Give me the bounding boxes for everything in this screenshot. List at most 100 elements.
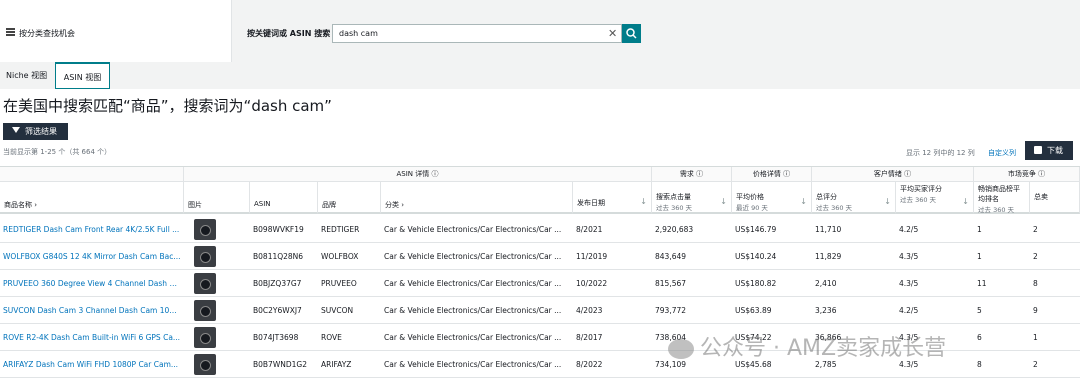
header-bsr[interactable]: 畅销商品榜平均排名 过去 360 天	[974, 182, 1030, 214]
product-image	[194, 219, 216, 240]
header-brand[interactable]: 品牌	[318, 182, 381, 214]
table-row[interactable]: PRUVEEO 360 Degree View 4 Channel Dash C…	[0, 270, 1080, 297]
top-bar: 按分类查找机会 按关键词或 ASIN 搜索 dash cam ✕	[0, 0, 1080, 62]
search-input[interactable]: dash cam	[332, 24, 622, 43]
sort-icon[interactable]: ↓	[640, 197, 647, 206]
download-icon	[1034, 146, 1042, 154]
filter-results-button[interactable]: 筛选结果	[3, 123, 68, 140]
header-clicks-sub: 过去 360 天	[656, 204, 693, 212]
menu-icon[interactable]	[6, 28, 15, 36]
filter-results-label: 筛选结果	[25, 127, 57, 136]
header-reviews-label: 总评分	[816, 193, 837, 201]
watermark: 公众号 · AMZ卖家成长营	[668, 330, 946, 362]
cell-asin: B0C2Y6WXJ7	[253, 306, 302, 315]
header-reviews-sub: 过去 360 天	[816, 204, 853, 212]
header-price-label: 平均价格	[736, 193, 764, 201]
cell-reviews: 11,710	[815, 225, 842, 234]
cell-name[interactable]: REDTIGER Dash Cam Front Rear 4K/2.5K Ful…	[0, 216, 184, 243]
watermark-text: 公众号 · AMZ卖家成长营	[700, 336, 947, 361]
customize-columns-link[interactable]: 自定义列	[988, 148, 1016, 158]
cell-clicks: 815,567	[655, 279, 687, 288]
cell-reviews: 3,236	[815, 306, 837, 315]
cell-reviews: 2,410	[815, 279, 837, 288]
cell-clicks: 2,920,683	[655, 225, 694, 234]
cell-asin: B0B7WND1G2	[253, 360, 307, 369]
cell-category: Car & Vehicle Electronics/Car Electronic…	[384, 333, 562, 342]
group-market: 市场竞争 ⓘ	[974, 167, 1080, 182]
header-category[interactable]: 分类 ›	[381, 182, 573, 214]
cell-launch: 10/2022	[576, 279, 608, 288]
cell-name[interactable]: PRUVEEO 360 Degree View 4 Channel Dash C…	[0, 270, 184, 297]
filter-icon	[12, 127, 20, 133]
cell-asin: B074JT3698	[253, 333, 299, 342]
cell-price: US$180.82	[735, 279, 777, 288]
product-image	[194, 246, 216, 267]
header-clicks[interactable]: 搜索点击量 过去 360 天 ↓	[652, 182, 732, 214]
wechat-icon	[668, 339, 694, 359]
cell-bsr: 1	[977, 252, 982, 261]
group-asin-details: ASIN 详情 ⓘ	[184, 167, 652, 182]
cell-price: US$63.89	[735, 306, 772, 315]
group-price: 价格详情 ⓘ	[732, 167, 812, 182]
search-button[interactable]	[622, 24, 641, 43]
header-rating-label: 平均买家评分	[900, 185, 942, 193]
cell-asin: B0811Q28N6	[253, 252, 304, 261]
product-image	[194, 273, 216, 294]
result-count: 当前显示第 1-25 个（共 664 个）	[3, 148, 112, 156]
cell-launch: 8/2022	[576, 360, 603, 369]
cell-price: US$146.79	[735, 225, 777, 234]
cell-category: Car & Vehicle Electronics/Car Electronic…	[384, 306, 562, 315]
category-panel[interactable]: 按分类查找机会	[0, 0, 232, 62]
cell-name[interactable]: ROVE R2-4K Dash Cam Built-in WiFi 6 GPS …	[0, 324, 184, 351]
product-image	[194, 300, 216, 321]
category-panel-label[interactable]: 按分类查找机会	[19, 28, 75, 39]
group-demand: 需求 ⓘ	[652, 167, 732, 182]
product-image	[194, 327, 216, 348]
header-asin[interactable]: ASIN	[250, 182, 318, 214]
header-bsr-sub: 过去 360 天	[978, 206, 1015, 214]
cell-launch: 8/2017	[576, 333, 603, 342]
cell-category: Car & Vehicle Electronics/Car Electronic…	[384, 252, 562, 261]
cell-name[interactable]: SUVCON Dash Cam 3 Channel Dash Cam 108..…	[0, 297, 184, 324]
tab-niche-view[interactable]: Niche 视图	[0, 62, 53, 89]
cell-category: Car & Vehicle Electronics/Car Electronic…	[384, 360, 562, 369]
table-row[interactable]: WOLFBOX G840S 12 4K Mirror Dash Cam Bac.…	[0, 243, 1080, 270]
cell-brand: REDTIGER	[321, 225, 360, 234]
cell-brand: ROVE	[321, 333, 342, 342]
cell-clicks: 793,772	[655, 306, 687, 315]
cell-launch: 8/2021	[576, 225, 603, 234]
group-empty	[0, 167, 184, 182]
sort-icon[interactable]: ↓	[720, 197, 727, 206]
cell-rating: 4.2/5	[899, 306, 919, 315]
cell-rating: 4.2/5	[899, 225, 919, 234]
header-price[interactable]: 平均价格 最近 90 天 ↓	[732, 182, 812, 214]
cell-name[interactable]: WOLFBOX G840S 12 4K Mirror Dash Cam Bac.…	[0, 243, 184, 270]
sort-icon[interactable]: ↓	[962, 197, 969, 206]
header-launch-date[interactable]: 发布日期 ↓	[573, 182, 652, 214]
cell-reviews: 11,829	[815, 252, 842, 261]
download-button[interactable]: 下载	[1025, 141, 1073, 160]
cell-sellers: 2	[1033, 225, 1038, 234]
search-label: 按关键词或 ASIN 搜索	[247, 29, 331, 38]
sort-icon[interactable]: ↓	[800, 197, 807, 206]
cell-rating: 4.3/5	[899, 279, 919, 288]
cell-brand: PRUVEEO	[321, 279, 357, 288]
cell-name[interactable]: ARIFAYZ Dash Cam WiFi FHD 1080P Car Cam.…	[0, 351, 184, 378]
tab-asin-view[interactable]: ASIN 视图	[55, 62, 110, 89]
sort-icon[interactable]: ↓	[884, 197, 891, 206]
header-rating[interactable]: 平均买家评分 过去 360 天 ↓	[896, 182, 974, 214]
page-title: 在美国中搜索匹配“商品”，搜索词为“dash cam”	[3, 97, 332, 115]
header-reviews[interactable]: 总评分 过去 360 天 ↓	[812, 182, 896, 214]
header-sellers[interactable]: 总卖	[1030, 182, 1080, 214]
table-row[interactable]: SUVCON Dash Cam 3 Channel Dash Cam 108..…	[0, 297, 1080, 324]
cell-asin: B098WVKF19	[253, 225, 304, 234]
header-name[interactable]: 商品名称 ›	[0, 182, 184, 214]
close-icon[interactable]: ✕	[608, 27, 617, 40]
cell-bsr: 1	[977, 225, 982, 234]
cell-sellers: 1	[1033, 333, 1038, 342]
table-row[interactable]: REDTIGER Dash Cam Front Rear 4K/2.5K Ful…	[0, 216, 1080, 243]
cell-brand: ARIFAYZ	[321, 360, 352, 369]
cell-bsr: 6	[977, 333, 982, 342]
download-label: 下载	[1047, 146, 1063, 155]
group-customer: 客户情绪 ⓘ	[812, 167, 974, 182]
